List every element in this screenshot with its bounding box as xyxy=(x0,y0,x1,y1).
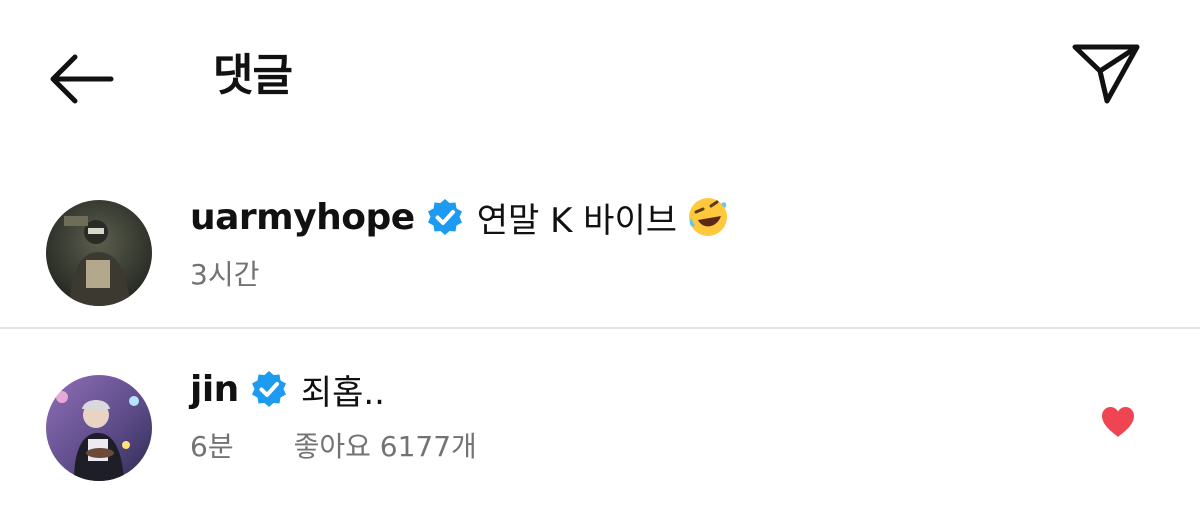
rolling-on-the-floor-laughing-emoji xyxy=(687,196,729,238)
username[interactable]: jin xyxy=(190,369,239,410)
verified-badge-icon xyxy=(249,369,289,409)
back-button[interactable] xyxy=(40,44,120,114)
comment-line: uarmyhope 연말 K 바이브 xyxy=(190,191,729,243)
username[interactable]: uarmyhope xyxy=(190,197,415,238)
paper-plane-icon xyxy=(1072,44,1140,104)
heart-filled-icon xyxy=(1102,407,1134,437)
comment-text: 죄홉.. xyxy=(300,372,385,413)
avatar[interactable] xyxy=(46,375,152,481)
comment-text: 연말 K 바이브 xyxy=(476,200,678,241)
comment-item: jin 죄홉.. 6분 좋아요 6177개 xyxy=(0,345,1200,524)
arrow-left-icon xyxy=(50,54,114,104)
like-button[interactable] xyxy=(1096,400,1140,444)
comment-line: jin 죄홉.. xyxy=(190,363,385,415)
page-title: 댓글 xyxy=(213,50,293,101)
likes-count[interactable]: 좋아요 6177개 xyxy=(294,425,477,465)
comment-meta: 3시간 xyxy=(190,253,259,293)
top-bar: 댓글 xyxy=(0,0,1200,150)
comment-item: uarmyhope 연말 K 바이브 3시간 xyxy=(0,185,1200,327)
comment-time: 3시간 xyxy=(190,258,260,291)
divider xyxy=(0,327,1200,329)
verified-badge-icon xyxy=(425,197,465,237)
share-button[interactable] xyxy=(1068,36,1144,110)
comment-meta: 6분 좋아요 6177개 xyxy=(190,425,477,465)
comment-time: 6분 xyxy=(190,430,234,463)
avatar[interactable] xyxy=(46,200,152,306)
